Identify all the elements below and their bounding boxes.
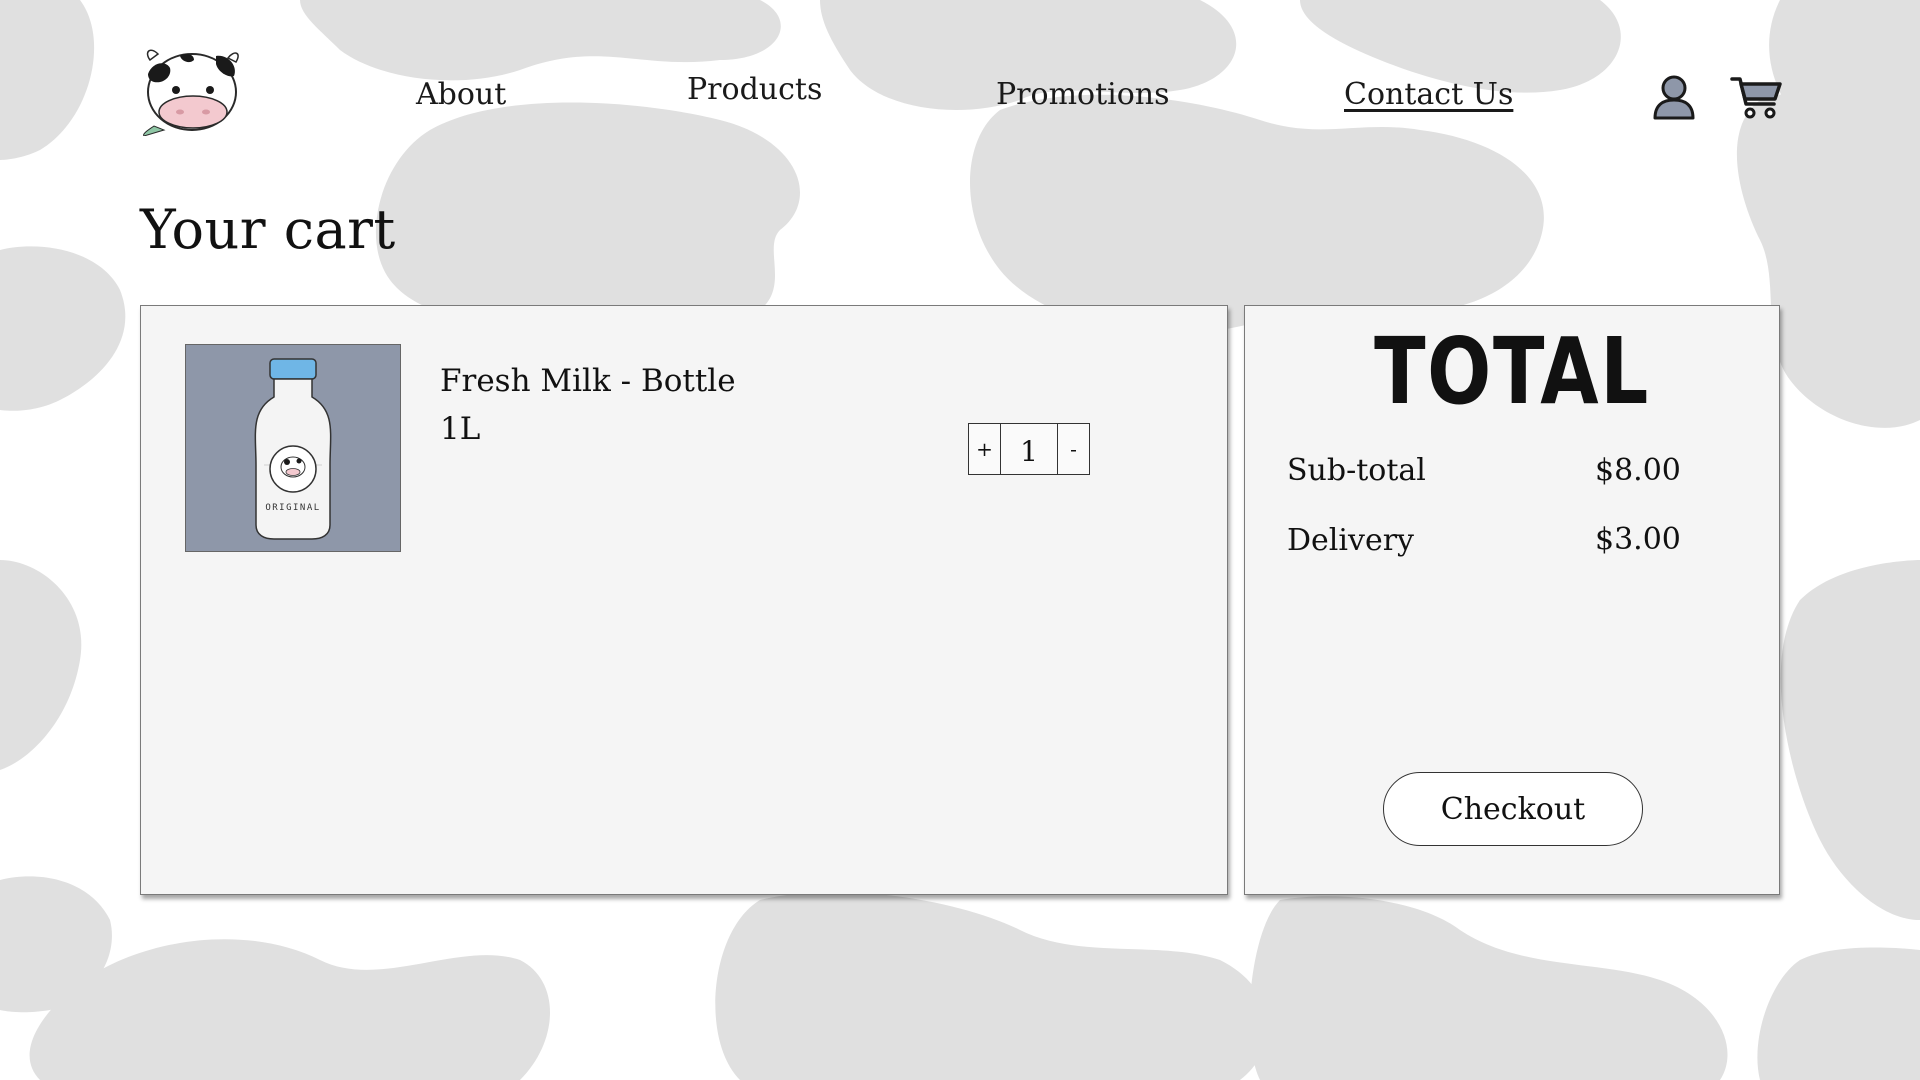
product-name: Fresh Milk - Bottle xyxy=(440,363,736,399)
bottle-label: ORIGINAL xyxy=(265,503,320,513)
subtotal-value: $8.00 xyxy=(1595,453,1681,488)
page-title: Your cart xyxy=(140,198,396,261)
user-account-icon[interactable] xyxy=(1652,74,1696,120)
nav-contact-us[interactable]: Contact Us xyxy=(1344,77,1513,112)
checkout-button[interactable]: Checkout xyxy=(1383,772,1643,846)
quantity-increase-button[interactable]: + xyxy=(969,424,1001,474)
cow-head-logo-icon[interactable] xyxy=(136,44,248,136)
quantity-stepper: + 1 - xyxy=(968,423,1090,475)
order-summary-panel: TOTAL Sub-total $8.00 Delivery $3.00 Che… xyxy=(1244,305,1780,895)
cart-items-panel: ORIGINAL Fresh Milk - Bottle 1L + 1 - xyxy=(140,305,1228,895)
product-image[interactable]: ORIGINAL xyxy=(185,344,401,552)
milk-bottle-image: ORIGINAL xyxy=(254,358,332,540)
shopping-cart-icon[interactable] xyxy=(1730,74,1782,120)
quantity-value[interactable]: 1 xyxy=(1001,424,1057,474)
nav-promotions[interactable]: Promotions xyxy=(996,77,1170,112)
subtotal-label: Sub-total xyxy=(1287,453,1426,488)
delivery-label: Delivery xyxy=(1287,523,1414,558)
nav-products[interactable]: Products xyxy=(687,72,822,107)
nav-about[interactable]: About xyxy=(416,77,506,112)
total-heading: TOTAL xyxy=(1374,318,1650,425)
delivery-value: $3.00 xyxy=(1595,522,1681,557)
quantity-decrease-button[interactable]: - xyxy=(1057,424,1089,474)
product-size: 1L xyxy=(440,411,481,447)
